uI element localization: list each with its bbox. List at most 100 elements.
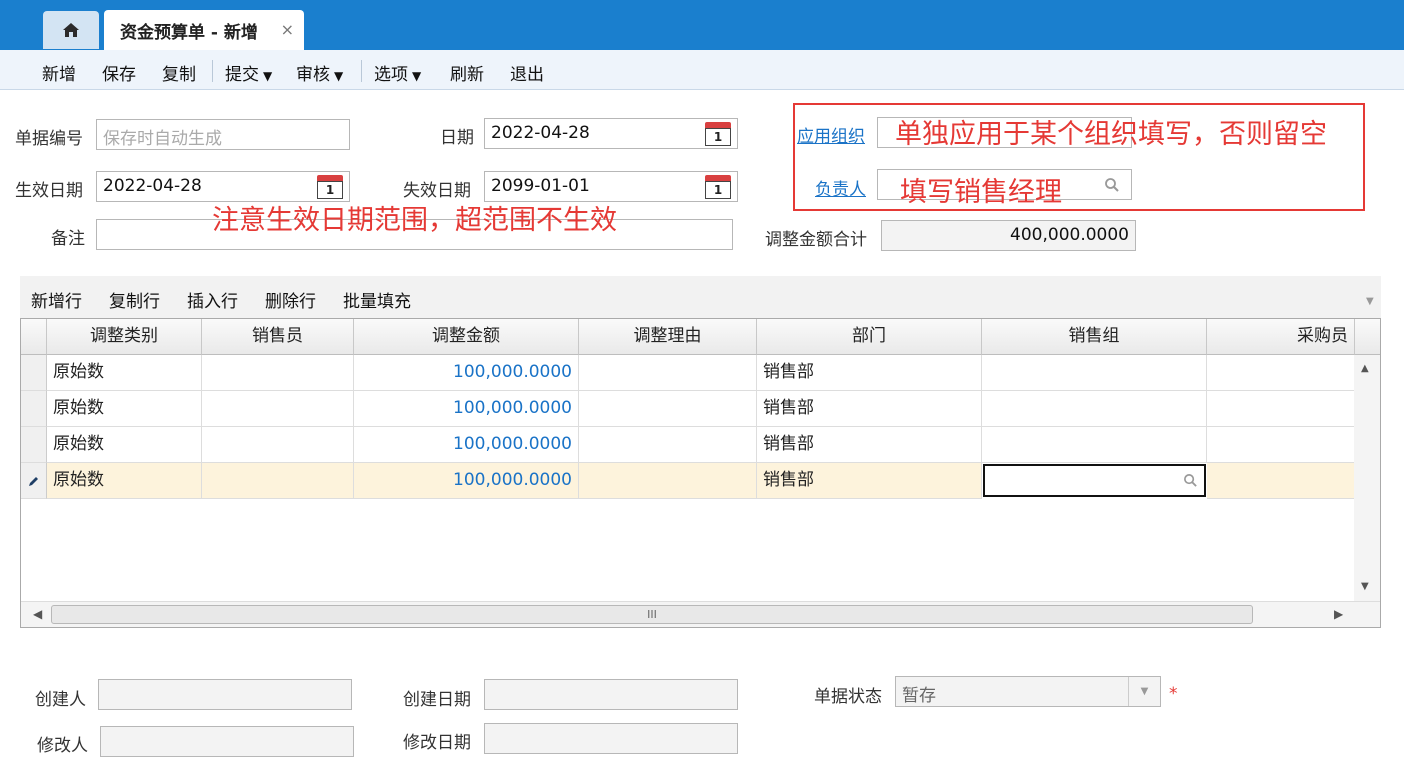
cell-type[interactable]: 原始数 xyxy=(47,427,202,463)
scroll-thumb[interactable]: III xyxy=(51,605,1253,624)
insert-row-button[interactable]: 插入行 xyxy=(187,287,238,312)
cell-dept[interactable]: 销售部 xyxy=(757,427,982,463)
batch-fill-button[interactable]: 批量填充 xyxy=(343,287,411,312)
collapse-icon[interactable]: ▼ xyxy=(1366,296,1374,307)
toolbar-divider xyxy=(212,60,213,82)
doc-no-field[interactable]: 保存时自动生成 xyxy=(96,119,350,150)
search-icon[interactable] xyxy=(1183,473,1198,488)
refresh-button[interactable]: 刷新 xyxy=(450,60,484,85)
main-toolbar: 新增 保存 复制 提交 ▼ 审核 ▼ 选项 ▼ 刷新 退出 xyxy=(0,50,1404,90)
col-header-salesman[interactable]: 销售员 xyxy=(202,319,354,355)
cell-amount[interactable]: 100,000.0000 xyxy=(354,463,579,499)
cell-amount[interactable]: 100,000.0000 xyxy=(354,427,579,463)
cell-buyer[interactable] xyxy=(1207,463,1355,499)
cell-buyer[interactable] xyxy=(1207,355,1355,391)
save-button[interactable]: 保存 xyxy=(102,60,136,85)
total-field: 400,000.0000 xyxy=(881,220,1136,251)
cell-reason[interactable] xyxy=(579,391,757,427)
delete-row-button[interactable]: 删除行 xyxy=(265,287,316,312)
add-row-button[interactable]: 新增行 xyxy=(31,287,82,312)
creator-label: 创建人 xyxy=(35,690,86,710)
scroll-left-icon[interactable]: ◀ xyxy=(33,607,42,621)
chevron-down-icon[interactable]: ▼ xyxy=(1128,677,1160,706)
copy-button[interactable]: 复制 xyxy=(162,60,196,85)
copy-row-button[interactable]: 复制行 xyxy=(109,287,160,312)
cell-type[interactable]: 原始数 xyxy=(47,391,202,427)
edit-pencil-icon xyxy=(28,476,38,486)
calendar-icon[interactable]: 1 xyxy=(705,122,731,146)
cell-salesman[interactable] xyxy=(202,427,354,463)
cell-buyer[interactable] xyxy=(1207,427,1355,463)
col-header-reason[interactable]: 调整理由 xyxy=(579,319,757,355)
cell-amount[interactable]: 100,000.0000 xyxy=(354,355,579,391)
calendar-icon[interactable]: 1 xyxy=(317,175,343,199)
new-button[interactable]: 新增 xyxy=(42,60,76,85)
scroll-down-icon[interactable]: ▼ xyxy=(1361,581,1369,592)
audit-dropdown[interactable]: 审核 ▼ xyxy=(296,60,343,85)
submit-label: 提交 xyxy=(225,65,259,85)
cell-sales-group[interactable] xyxy=(982,427,1207,463)
cell-sales-group-editor[interactable] xyxy=(983,464,1206,497)
row-indicator[interactable] xyxy=(21,427,47,463)
col-header-dept[interactable]: 部门 xyxy=(757,319,982,355)
cell-type[interactable]: 原始数 xyxy=(47,463,202,499)
horizontal-scrollbar[interactable]: ◀ III ▶ xyxy=(21,601,1380,627)
status-label: 单据状态 xyxy=(814,687,882,707)
calendar-icon[interactable]: 1 xyxy=(705,175,731,199)
caret-down-icon: ▼ xyxy=(263,69,273,83)
scroll-right-icon[interactable]: ▶ xyxy=(1334,607,1343,621)
row-indicator[interactable] xyxy=(21,391,47,427)
close-icon[interactable]: × xyxy=(281,20,294,39)
submit-dropdown[interactable]: 提交 ▼ xyxy=(225,60,272,85)
title-bar: 资金预算单 - 新增 × xyxy=(0,0,1404,50)
modifier-label: 修改人 xyxy=(37,736,88,756)
home-tab[interactable] xyxy=(43,11,99,49)
row-indicator[interactable] xyxy=(21,463,47,499)
cell-dept[interactable]: 销售部 xyxy=(757,355,982,391)
remark-label: 备注 xyxy=(51,229,85,249)
col-header-buyer[interactable]: 采购员 xyxy=(1207,319,1355,355)
created-date-label: 创建日期 xyxy=(403,690,471,710)
cell-sales-group[interactable] xyxy=(982,391,1207,427)
cell-reason[interactable] xyxy=(579,463,757,499)
exit-button[interactable]: 退出 xyxy=(510,60,544,85)
cell-dept[interactable]: 销售部 xyxy=(757,463,982,499)
tab-fund-budget-new[interactable]: 资金预算单 - 新增 × xyxy=(104,10,304,50)
home-icon xyxy=(63,23,79,37)
effective-date-label: 生效日期 xyxy=(15,181,83,201)
date-label: 日期 xyxy=(440,128,474,148)
vertical-scrollbar[interactable]: ▲ ▼ xyxy=(1354,355,1380,603)
scroll-up-icon[interactable]: ▲ xyxy=(1361,363,1369,374)
status-select[interactable]: 暂存 ▼ xyxy=(895,676,1161,707)
cell-reason[interactable] xyxy=(579,427,757,463)
doc-no-label: 单据编号 xyxy=(15,129,83,149)
tab-title: 资金预算单 - 新增 xyxy=(120,22,258,43)
owner-annotation: 填写销售经理 xyxy=(900,177,1062,208)
cell-salesman[interactable] xyxy=(202,463,354,499)
cell-type[interactable]: 原始数 xyxy=(47,355,202,391)
cell-dept[interactable]: 销售部 xyxy=(757,391,982,427)
cell-salesman[interactable] xyxy=(202,391,354,427)
modified-date-label: 修改日期 xyxy=(403,733,471,753)
options-label: 选项 xyxy=(374,65,408,85)
options-dropdown[interactable]: 选项 ▼ xyxy=(374,60,421,85)
caret-down-icon: ▼ xyxy=(412,69,422,83)
cell-salesman[interactable] xyxy=(202,355,354,391)
creator-field xyxy=(98,679,352,710)
modifier-field xyxy=(100,726,354,757)
modified-date-field xyxy=(484,723,738,754)
date-field[interactable]: 2022-04-28 xyxy=(484,118,738,149)
cell-amount[interactable]: 100,000.0000 xyxy=(354,391,579,427)
row-indicator[interactable] xyxy=(21,355,47,391)
col-header-sales-group[interactable]: 销售组 xyxy=(982,319,1207,355)
status-value: 暂存 xyxy=(902,686,936,706)
col-header-amount[interactable]: 调整金额 xyxy=(354,319,579,355)
created-date-field xyxy=(484,679,738,710)
toolbar-divider xyxy=(361,60,362,82)
caret-down-icon: ▼ xyxy=(334,69,344,83)
cell-buyer[interactable] xyxy=(1207,391,1355,427)
cell-sales-group[interactable] xyxy=(982,355,1207,391)
col-header-type[interactable]: 调整类别 xyxy=(47,319,202,355)
cell-reason[interactable] xyxy=(579,355,757,391)
org-annotation: 单独应用于某个组织填写，否则留空 xyxy=(895,119,1327,150)
